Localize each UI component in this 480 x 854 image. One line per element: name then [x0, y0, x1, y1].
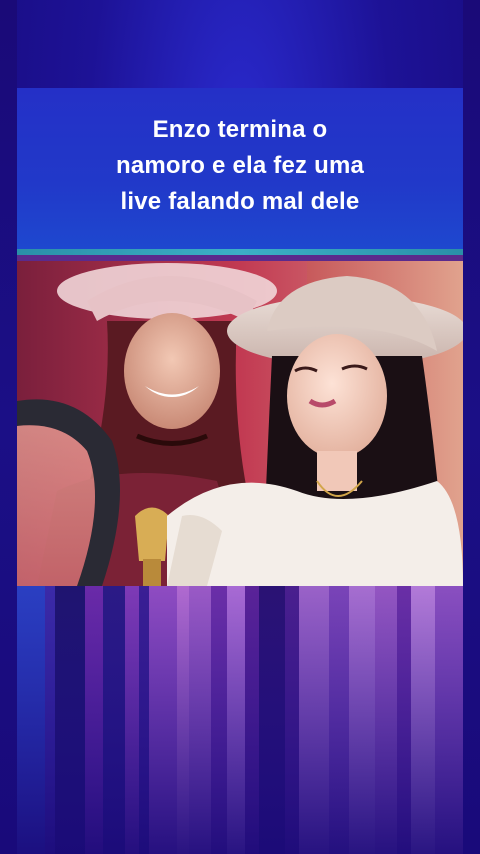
glitch-background	[17, 586, 463, 854]
video-frame[interactable]	[17, 261, 463, 586]
caption-line-2: namoro e ela fez uma	[115, 152, 365, 179]
caption-line-3: live falando mal dele	[120, 188, 360, 215]
caption-line-1: Enzo termina o	[152, 116, 328, 143]
video-scene	[17, 261, 463, 586]
left-border	[0, 0, 17, 854]
glitch-stripes	[17, 586, 463, 854]
caption-text: Enzo termina o namoro e ela fez uma live…	[17, 112, 463, 220]
right-border	[463, 0, 480, 854]
